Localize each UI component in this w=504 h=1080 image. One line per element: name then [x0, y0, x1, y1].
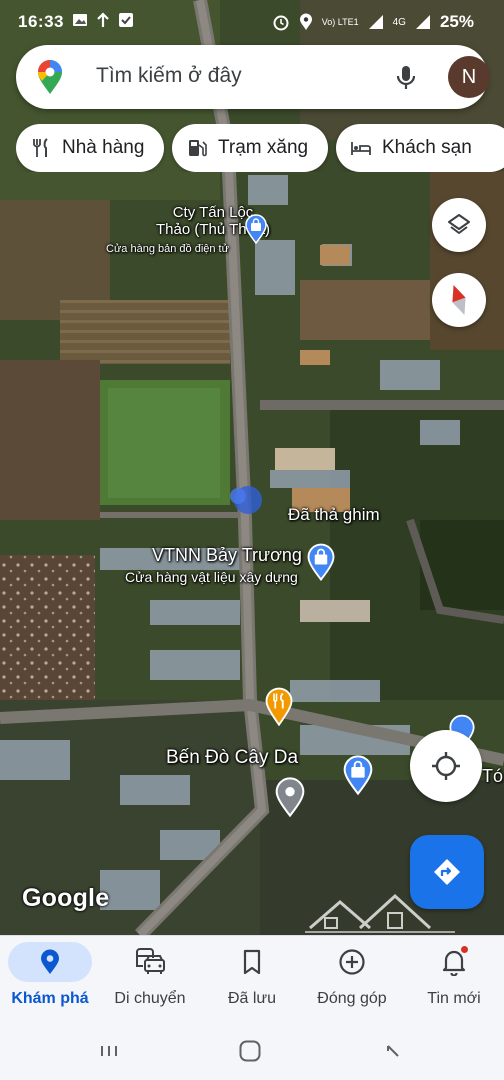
nav-label: Tin mới: [427, 990, 481, 1007]
microphone-icon[interactable]: [390, 61, 422, 93]
notification-badge: [461, 946, 468, 953]
back-icon[interactable]: [380, 1039, 404, 1063]
add-circle-icon: [339, 949, 365, 975]
status-system-icons: Vo) LTE1 4G 25%: [272, 12, 474, 32]
search-input[interactable]: Tìm kiếm ở đây: [96, 64, 242, 88]
fork-knife-icon: [33, 138, 48, 157]
place-name-ben-do-cay-da[interactable]: Bến Đò Cây Da: [166, 747, 298, 769]
commute-icon: [136, 948, 165, 974]
location-icon: [299, 13, 312, 30]
signal-bars-icon: [368, 15, 383, 29]
restaurant-pin-icon[interactable]: [264, 686, 294, 726]
layers-icon: [448, 214, 470, 234]
account-avatar[interactable]: N: [448, 56, 490, 98]
bed-icon: [351, 142, 371, 155]
status-bar: 16:33 Vo) LTE1 4G 25%: [0, 0, 504, 44]
location-pin-icon[interactable]: [274, 776, 306, 818]
upload-arrow-icon: [97, 12, 109, 27]
chip-label: Khách sạn: [382, 137, 472, 158]
network-type-text: 4G: [392, 16, 406, 28]
alarm-icon: [273, 15, 289, 31]
volte-signal-text: Vo) LTE1: [321, 16, 359, 27]
my-location-button[interactable]: [410, 730, 482, 802]
compass-button[interactable]: [432, 273, 486, 327]
nav-explore[interactable]: Khám phá: [8, 936, 92, 1026]
status-time: 16:33: [18, 12, 64, 31]
chip-restaurants[interactable]: Nhà hàng: [16, 124, 164, 172]
directions-icon: [434, 859, 460, 885]
place-category-tan-loc-thao: Cửa hàng bản đồ điện tử: [106, 243, 229, 255]
nav-label: Khám phá: [11, 990, 89, 1007]
chip-label: Nhà hàng: [62, 137, 145, 158]
nav-contribute[interactable]: Đóng góp: [310, 936, 394, 1026]
chip-label: Trạm xăng: [218, 137, 309, 158]
check-box-icon: [119, 13, 133, 27]
compass-icon: [452, 284, 466, 316]
layers-button[interactable]: [432, 198, 486, 252]
google-maps-logo-icon: [38, 60, 62, 94]
nav-label: Di chuyển: [114, 990, 186, 1007]
nav-saved[interactable]: Đã lưu: [210, 936, 294, 1026]
battery-percentage: 25%: [439, 12, 474, 31]
home-icon[interactable]: [238, 1039, 262, 1063]
nav-label: Đã lưu: [227, 990, 277, 1007]
category-chips: Nhà hàng Trạm xăng Khách sạn: [16, 124, 504, 172]
chip-gas-stations[interactable]: Trạm xăng: [172, 124, 328, 172]
shopping-bag-pin-icon[interactable]: [244, 214, 268, 244]
system-navigation-bar: [0, 1025, 504, 1080]
search-bar[interactable]: Tìm kiếm ở đây N: [16, 45, 490, 109]
edge-place-label[interactable]: Tó: [482, 766, 503, 787]
status-notification-icons: [72, 12, 134, 28]
shopping-bag-pin-icon[interactable]: [342, 754, 374, 796]
chip-hotels[interactable]: Khách sạn: [336, 124, 504, 172]
dropped-pin-label[interactable]: Đã thả ghim: [288, 505, 380, 525]
bookmark-icon: [243, 949, 261, 975]
shopping-bag-pin-icon[interactable]: [306, 543, 336, 581]
nav-updates[interactable]: Tin mới: [412, 936, 496, 1026]
explore-pin-icon: [41, 949, 59, 974]
nav-label: Đóng góp: [317, 990, 387, 1007]
place-name-vtnn-bay-truong[interactable]: VTNN Bảy Trương: [152, 545, 302, 566]
google-wordmark: Google: [22, 884, 110, 912]
nav-commute[interactable]: Di chuyển: [108, 936, 192, 1026]
gas-station-icon: [189, 140, 207, 157]
recent-apps-icon[interactable]: [96, 1039, 122, 1063]
image-icon: [73, 14, 87, 26]
place-category-vtnn-bay-truong: Cửa hàng vật liệu xây dựng: [125, 569, 298, 585]
bottom-navigation: Khám phá Di chuyển Đã lưu Đóng góp Tin m…: [0, 935, 504, 1025]
signal-bars-icon: [415, 15, 430, 29]
directions-button[interactable]: [410, 835, 484, 909]
crosshair-icon: [432, 752, 460, 780]
